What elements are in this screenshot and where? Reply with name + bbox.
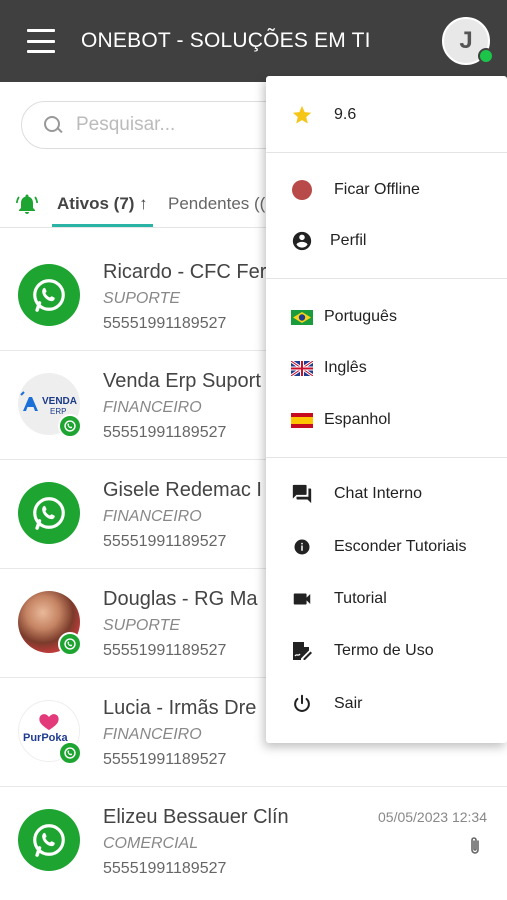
whatsapp-icon: [33, 279, 65, 312]
whatsapp-avatar: [18, 482, 80, 544]
menu-item-logout[interactable]: Sair: [266, 679, 507, 729]
document-sign-icon: [290, 639, 314, 663]
menu-item-lang-es[interactable]: Espanhol: [266, 395, 507, 445]
forum-icon: [290, 482, 314, 506]
menu-item-label: Ficar Offline: [334, 181, 420, 198]
phone-number: 55551991189527: [103, 315, 227, 332]
department-label: FINANCEIRO: [103, 726, 202, 743]
contact-name: Venda Erp Suport: [103, 370, 261, 392]
department-label: FINANCEIRO: [103, 399, 202, 416]
whatsapp-badge-icon: [58, 632, 82, 656]
menu-item-label: Perfil: [330, 232, 367, 249]
search-input[interactable]: [76, 114, 296, 136]
menu-item-tutorial[interactable]: Tutorial: [266, 574, 507, 624]
phone-number: 55551991189527: [103, 860, 227, 877]
menu-item-label: Chat Interno: [334, 485, 423, 502]
menu-item-rating: 9.6: [266, 90, 507, 140]
department-label: SUPORTE: [103, 617, 181, 634]
active-tab-indicator: [52, 224, 153, 227]
contact-name: Lucia - Irmãs Dre: [103, 697, 257, 719]
menu-item-go-offline[interactable]: Ficar Offline: [266, 165, 507, 215]
phone-number: 55551991189527: [103, 533, 227, 550]
list-item[interactable]: Elizeu Bessauer Clín COMERCIAL 555519911…: [0, 787, 507, 896]
whatsapp-avatar: [18, 809, 80, 871]
menu-item-label: Tutorial: [334, 590, 387, 607]
menu-icon[interactable]: [27, 29, 55, 53]
spain-flag-icon: [290, 408, 314, 432]
department-label: COMERCIAL: [103, 835, 199, 852]
menu-item-lang-en[interactable]: Inglês: [266, 343, 507, 393]
department-label: FINANCEIRO: [103, 508, 202, 525]
tab-active[interactable]: Ativos (7) ↑: [57, 194, 148, 214]
logo-text-venda: VENDA: [42, 396, 77, 407]
whatsapp-avatar: [18, 264, 80, 326]
contact-name: Ricardo - CFC Fer: [103, 261, 267, 283]
info-icon: [290, 535, 314, 559]
user-avatar-button[interactable]: J: [442, 17, 494, 65]
uk-flag-icon: [290, 356, 314, 380]
rating-value: 9.6: [334, 106, 357, 123]
search-icon: [42, 114, 64, 136]
last-message-timestamp: 05/05/2023 12:34: [378, 809, 487, 825]
menu-item-lang-pt[interactable]: Português: [266, 292, 507, 342]
menu-item-label: Sair: [334, 695, 363, 712]
menu-item-terms[interactable]: Termo de Uso: [266, 626, 507, 676]
menu-item-internal-chat[interactable]: Chat Interno: [266, 469, 507, 519]
videocam-icon: [290, 587, 314, 611]
contact-name: Elizeu Bessauer Clín: [103, 806, 289, 828]
app-bar: ONEBOT - SOLUÇÕES EM TI J: [0, 0, 507, 82]
contact-name: Gisele Redemac I: [103, 479, 262, 501]
brazil-flag-icon: [290, 305, 314, 329]
menu-item-label: Espanhol: [324, 411, 391, 428]
department-label: SUPORTE: [103, 290, 181, 307]
user-dropdown-menu: 9.6 Ficar Offline Perfil Português Inglê…: [266, 76, 507, 743]
whatsapp-badge-icon: [58, 741, 82, 765]
bell-icon[interactable]: [15, 192, 39, 216]
offline-status-icon: [290, 178, 314, 202]
whatsapp-icon: [33, 824, 65, 857]
paperclip-icon: [471, 837, 479, 854]
phone-number: 55551991189527: [103, 424, 227, 441]
tab-pending[interactable]: Pendentes ((: [168, 194, 265, 214]
menu-item-hide-tutorials[interactable]: Esconder Tutoriais: [266, 522, 507, 572]
menu-item-label: Esconder Tutoriais: [334, 538, 467, 555]
whatsapp-icon: [33, 497, 65, 530]
menu-divider: [266, 457, 507, 458]
phone-number: 55551991189527: [103, 642, 227, 659]
power-icon: [290, 692, 314, 716]
logo-text-purpoka: PurPoka: [23, 732, 69, 744]
menu-item-label: Termo de Uso: [334, 642, 434, 659]
menu-item-label: Inglês: [324, 359, 367, 376]
app-title: ONEBOT - SOLUÇÕES EM TI: [81, 29, 371, 52]
menu-item-profile[interactable]: Perfil: [266, 216, 507, 266]
whatsapp-badge-icon: [58, 414, 82, 438]
account-circle-icon: [290, 229, 314, 253]
contact-name: Douglas - RG Ma: [103, 588, 258, 610]
menu-item-label: Português: [324, 308, 397, 325]
menu-divider: [266, 152, 507, 153]
menu-divider: [266, 278, 507, 279]
star-icon: [290, 103, 314, 127]
online-status-icon: [478, 48, 494, 64]
phone-number: 55551991189527: [103, 751, 227, 768]
